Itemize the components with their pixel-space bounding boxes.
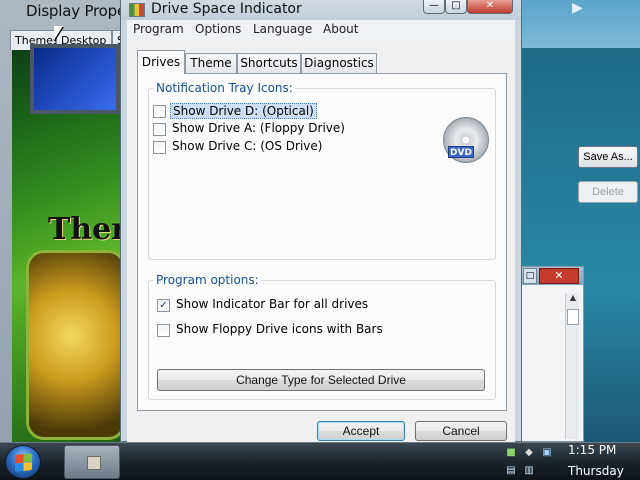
taskbar-app-button[interactable] [64,445,120,479]
client-area: Drives Theme Shortcuts Diagnostics Notif… [127,40,515,442]
display-properties-window: Display Prope Themes Desktop S Ther [0,0,128,442]
menu-language[interactable]: Language [253,22,312,36]
network-icon[interactable]: ▣ [540,446,554,460]
menu-about[interactable]: About [323,22,358,36]
tab-diagnostics[interactable]: Diagnostics [301,53,377,74]
save-as-button[interactable]: Save As... [578,146,638,168]
indicator-bar-checkbox[interactable]: ✓ [157,299,170,312]
windows-logo-icon [15,453,32,472]
scrollbar[interactable]: ▲ [565,293,579,439]
close-icon[interactable]: ✕ [539,268,579,284]
delete-button[interactable]: Delete [578,181,638,203]
indicator-bar-label[interactable]: Show Indicator Bar for all drives [174,297,370,311]
drive-d-checkbox[interactable] [153,105,166,118]
window-title: Drive Space Indicator [151,1,302,17]
drive-space-indicator-window: Drive Space Indicator — □ ✕ Program Opti… [120,0,522,442]
drive-c-tray-icon[interactable]: ▥ [522,464,536,478]
scroll-thumb[interactable] [567,309,579,325]
cancel-button[interactable]: Cancel [415,421,507,441]
program-options-group: Program options: ✓ Show Indicator Bar fo… [148,273,496,400]
change-type-button[interactable]: Change Type for Selected Drive [157,369,485,391]
play-icon[interactable]: ▶ [572,0,632,20]
clock-day[interactable]: Thursday [568,464,624,478]
drives-tab-panel: Notification Tray Icons: Show Drive D: (… [137,73,507,411]
monitor-illustration [30,44,120,114]
media-player-bar: ▶ [520,0,640,48]
app-taskbar-icon [87,456,101,470]
floppy-icons-checkbox[interactable] [157,324,170,337]
minimize-button[interactable]: — [423,0,445,14]
program-options-legend: Program options: [154,273,261,287]
display-properties-title: Display Prope [26,2,127,20]
drive-a-checkbox[interactable] [153,123,166,136]
accept-button[interactable]: Accept [317,421,405,441]
dvd-drive-icon: DVD [443,117,489,163]
title-bar[interactable]: Drive Space Indicator — □ ✕ [121,0,521,20]
speaker-icon[interactable]: ◆ [522,446,536,460]
notification-tray-group: Notification Tray Icons: Show Drive D: (… [148,81,496,260]
tab-shortcuts[interactable]: Shortcuts [237,53,301,74]
menu-program[interactable]: Program [133,22,184,36]
drive-d-tray-icon[interactable]: ▤ [504,464,518,478]
menu-options[interactable]: Options [195,22,241,36]
scroll-up-icon[interactable]: ▲ [566,293,580,307]
floppy-icons-label[interactable]: Show Floppy Drive icons with Bars [174,322,385,336]
app-icon [129,3,145,17]
drive-a-label[interactable]: Show Drive A: (Floppy Drive) [170,121,347,135]
drive-d-label[interactable]: Show Drive D: (Optical) [170,103,317,119]
taskbar: ■ ◆ ▣ ▤ ▥ 1:15 PM Thursday [0,442,640,480]
theme-emblem-image [26,250,126,440]
drive-c-checkbox[interactable] [153,141,166,154]
mouse-cursor-icon [54,26,63,40]
maximize-icon[interactable]: □ [523,268,537,284]
maximize-button[interactable]: □ [445,0,467,14]
system-tray: ■ ◆ ▣ ▤ ▥ 1:15 PM Thursday [498,443,640,480]
close-button[interactable]: ✕ [467,0,513,14]
drive-tray-icon[interactable]: ■ [504,446,518,460]
notification-tray-legend: Notification Tray Icons: [154,81,295,95]
menu-bar: Program Options Language About [127,20,515,40]
theme-preview-text: Ther [48,212,128,247]
tab-drives[interactable]: Drives [137,50,185,74]
drive-c-label[interactable]: Show Drive C: (OS Drive) [170,139,324,153]
clock-time[interactable]: 1:15 PM [568,443,616,457]
start-button[interactable] [5,445,41,479]
dvd-badge: DVD [448,146,474,158]
tab-theme[interactable]: Theme [185,53,237,74]
